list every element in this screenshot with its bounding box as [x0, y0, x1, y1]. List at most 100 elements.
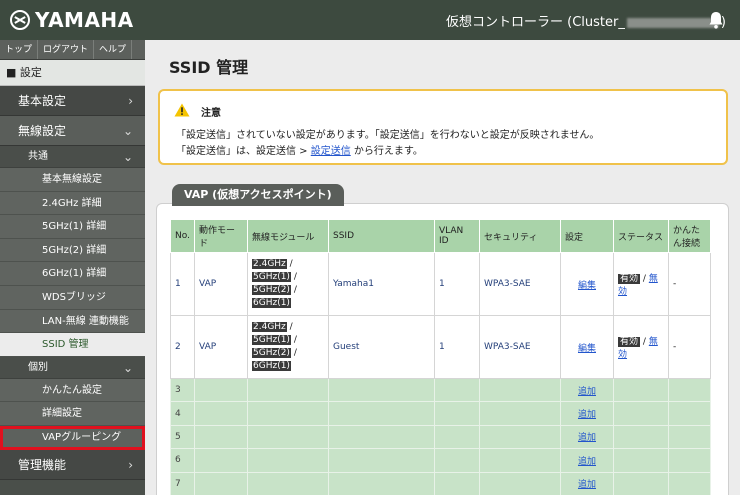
cell-easy-connect: -: [668, 315, 711, 379]
cell-status: 有効 / 無効: [613, 315, 669, 379]
col-header-ssid: SSID: [328, 219, 435, 253]
chevron-right-icon: ›: [128, 457, 133, 472]
col-header-easy-connect: かんたん接続: [668, 219, 711, 253]
cell-no: 6: [170, 448, 195, 473]
cell-status: 有効 / 無効: [613, 252, 669, 316]
sidebar-item-label: 個別: [28, 361, 48, 373]
notice-title: 注意: [201, 108, 221, 119]
yamaha-tuning-fork-icon: [10, 10, 30, 30]
cell-security: WPA3-SAE: [479, 315, 561, 379]
sidebar-item-ssid-management[interactable]: SSID 管理: [0, 333, 145, 357]
vap-panel: No. 動作モード 無線モジュール SSID VLAN ID セキュリティ 設定…: [156, 203, 729, 495]
module-chip: 5GHz(2): [252, 348, 291, 358]
bell-icon[interactable]: [708, 11, 724, 29]
table-row-empty: 3 追加: [170, 377, 711, 403]
cell-no: 7: [170, 471, 195, 495]
cell-mode: VAP: [194, 252, 248, 316]
module-chip: 6GHz(1): [252, 298, 291, 308]
table-row-empty: 7 追加: [170, 471, 711, 495]
top-nav: トップ ログアウト ヘルプ: [0, 40, 145, 60]
top-nav-help[interactable]: ヘルプ: [94, 40, 133, 59]
sidebar-item-lan-wireless-link[interactable]: LAN-無線 連動機能: [0, 309, 145, 334]
cell-settings: 追加: [560, 471, 614, 495]
sidebar-item-basic-wireless[interactable]: 基本無線設定: [0, 168, 145, 192]
status-separator: /: [642, 337, 646, 347]
sidebar-item-wireless-settings[interactable]: 無線設定 ⌄: [0, 116, 145, 146]
sidebar-item-label: 管理機能: [18, 457, 67, 472]
notice-line-1: 「設定送信」されていない設定があります。「設定送信」を行わないと設定が反映されま…: [176, 130, 600, 141]
cell-settings: 追加: [560, 401, 614, 426]
add-link[interactable]: 追加: [565, 430, 609, 443]
cell-settings: 編集: [560, 252, 614, 316]
module-separator: /: [289, 322, 293, 332]
sidebar-item-label: 共通: [28, 151, 48, 162]
sidebar-group-common[interactable]: 共通 ⌄: [0, 146, 145, 168]
cell-module: 2.4GHz /5GHz(1) /5GHz(2) /6GHz(1): [247, 252, 329, 316]
cell-no: 4: [170, 401, 195, 426]
module-chip: 5GHz(1): [252, 335, 291, 345]
sidebar-item-easy-setup[interactable]: かんたん設定: [0, 378, 145, 403]
col-header-no: No.: [170, 219, 195, 253]
module-chip: 5GHz(2): [252, 285, 291, 295]
status-enabled[interactable]: 有効: [618, 337, 641, 347]
cell-settings: 追加: [560, 424, 614, 450]
sidebar: トップ ログアウト ヘルプ ■ 設定 基本設定 › 無線設定 ⌄ 共通 ⌄ 基本無線設…: [0, 40, 145, 495]
module-separator: /: [293, 272, 297, 282]
brand-name: YAMAHA: [35, 8, 134, 32]
table-row-empty: 5 追加: [170, 424, 711, 450]
add-link[interactable]: 追加: [565, 454, 609, 467]
sidebar-item-wds-bridge[interactable]: WDSブリッジ: [0, 285, 145, 310]
notice-line-2-prefix: 「設定送信」は、設定送信 >: [176, 146, 311, 157]
notice-line-2: 「設定送信」は、設定送信 > 設定送信 から行えます。: [176, 142, 423, 157]
chevron-right-icon: ›: [128, 94, 133, 108]
sidebar-item-basic-settings[interactable]: 基本設定 ›: [0, 86, 145, 116]
top-nav-logout[interactable]: ログアウト: [38, 40, 95, 59]
col-header-status: ステータス: [613, 219, 669, 253]
module-chip: 2.4GHz: [252, 259, 287, 269]
sidebar-item-5ghz1-detail[interactable]: 5GHz(1) 詳細: [0, 215, 145, 239]
col-header-security: セキュリティ: [479, 219, 561, 253]
module-list: 2.4GHz /5GHz(1) /5GHz(2) /6GHz(1): [252, 258, 297, 310]
sidebar-item-management[interactable]: 管理機能 ›: [0, 449, 145, 480]
module-separator: /: [289, 259, 293, 269]
cell-module: 2.4GHz /5GHz(1) /5GHz(2) /6GHz(1): [247, 315, 329, 379]
edit-link[interactable]: 編集: [565, 341, 609, 354]
warning-icon: [174, 103, 190, 117]
sidebar-item-advanced-settings[interactable]: 詳細設定: [0, 402, 145, 426]
col-header-settings: 設定: [560, 219, 614, 253]
module-list: 2.4GHz /5GHz(1) /5GHz(2) /6GHz(1): [252, 321, 297, 373]
module-separator: /: [293, 285, 297, 295]
main-content: SSID 管理 注意 「設定送信」されていない設定があります。「設定送信」を行わ…: [145, 40, 740, 495]
cell-no: 5: [170, 424, 195, 450]
sidebar-item-vap-grouping[interactable]: VAPグルーピング: [0, 425, 145, 450]
sidebar-item-6ghz1-detail[interactable]: 6GHz(1) 詳細: [0, 262, 145, 286]
add-link[interactable]: 追加: [565, 384, 609, 397]
chevron-down-icon: ⌄: [122, 150, 133, 164]
yamaha-logo[interactable]: YAMAHA: [10, 8, 134, 32]
sidebar-item-label: 無線設定: [18, 124, 67, 138]
module-separator: /: [293, 335, 297, 345]
send-settings-link[interactable]: 設定送信: [311, 146, 351, 157]
sidebar-item-5ghz2-detail[interactable]: 5GHz(2) 詳細: [0, 238, 145, 263]
sidebar-group-individual[interactable]: 個別 ⌄: [0, 356, 145, 379]
cell-vlan: 1: [434, 315, 480, 379]
edit-link[interactable]: 編集: [565, 278, 609, 291]
sidebar-item-24ghz-detail[interactable]: 2.4GHz 詳細: [0, 191, 145, 216]
status-enabled[interactable]: 有効: [618, 274, 641, 284]
module-separator: /: [293, 348, 297, 358]
controller-title: 仮想コントローラー (Cluster_): [446, 11, 726, 30]
add-link[interactable]: 追加: [565, 407, 609, 420]
chevron-down-icon: ⌄: [122, 124, 133, 138]
top-nav-top[interactable]: トップ: [0, 40, 39, 59]
module-chip: 6GHz(1): [252, 361, 291, 371]
cell-security: WPA3-SAE: [479, 252, 561, 316]
table-row-empty: 4 追加: [170, 401, 711, 426]
status-separator: /: [642, 274, 646, 284]
cell-ssid: Yamaha1: [328, 252, 435, 316]
redacted-cluster-name: [626, 17, 719, 28]
page-title: SSID 管理: [169, 58, 249, 77]
cell-mode: VAP: [194, 315, 248, 379]
col-header-module: 無線モジュール: [247, 219, 329, 253]
cell-no: 1: [170, 252, 195, 316]
add-link[interactable]: 追加: [565, 477, 609, 490]
